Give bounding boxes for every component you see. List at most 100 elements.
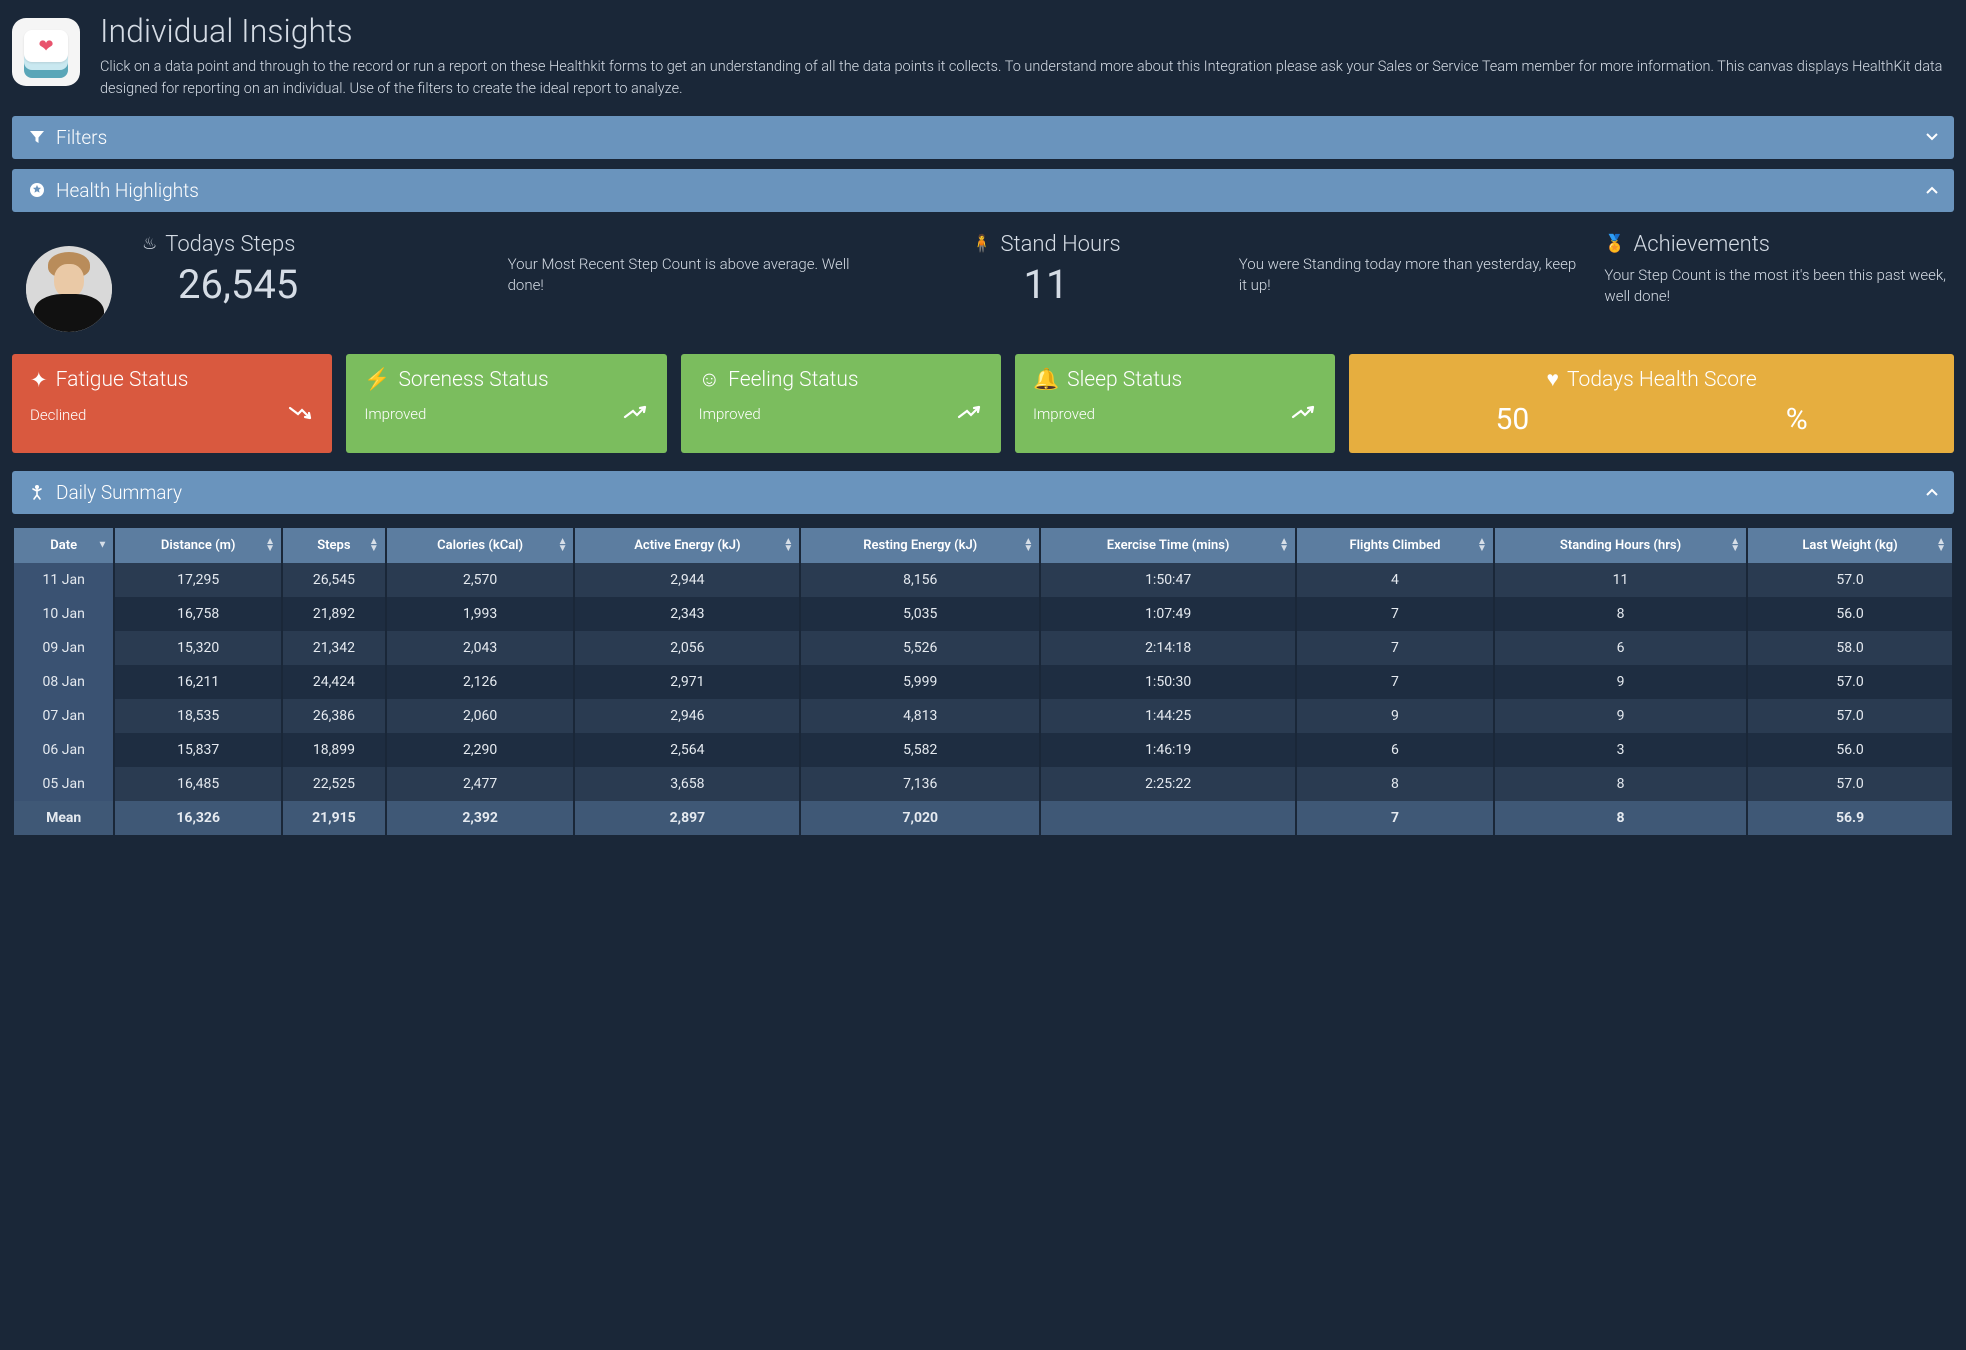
cell-weight[interactable]: 58.0 bbox=[1748, 631, 1952, 665]
cell-flights[interactable]: 6 bbox=[1297, 733, 1493, 767]
col-resting-energy[interactable]: Resting Energy (kJ)▲▼ bbox=[801, 528, 1039, 563]
col-active-energy[interactable]: Active Energy (kJ)▲▼ bbox=[575, 528, 799, 563]
cell-active[interactable]: 2,944 bbox=[575, 563, 799, 597]
stand-value[interactable]: 11 bbox=[873, 261, 1219, 308]
highlights-panel-header[interactable]: Health Highlights bbox=[12, 169, 1954, 212]
cell-exercise[interactable]: 1:50:30 bbox=[1041, 665, 1295, 699]
col-date[interactable]: Date▼ bbox=[14, 528, 113, 563]
cell-exercise[interactable]: 2:14:18 bbox=[1041, 631, 1295, 665]
cell-flights[interactable]: 4 bbox=[1297, 563, 1493, 597]
cell-active[interactable]: 2,946 bbox=[575, 699, 799, 733]
cell-distance[interactable]: 18,535 bbox=[115, 699, 281, 733]
cell-calories[interactable]: 2,290 bbox=[387, 733, 574, 767]
filters-panel-header[interactable]: Filters bbox=[12, 116, 1954, 159]
cell-steps[interactable]: 26,386 bbox=[283, 699, 385, 733]
table-row[interactable]: 11 Jan17,29526,5452,5702,9448,1561:50:47… bbox=[14, 563, 1952, 597]
cell-calories[interactable]: 2,477 bbox=[387, 767, 574, 801]
cell-standing[interactable]: 3 bbox=[1495, 733, 1746, 767]
cell-date[interactable]: 10 Jan bbox=[14, 597, 113, 631]
table-row[interactable]: 10 Jan16,75821,8921,9932,3435,0351:07:49… bbox=[14, 597, 1952, 631]
feeling-status-card[interactable]: ☺Feeling Status Improved bbox=[681, 354, 1001, 453]
cell-resting[interactable]: 7,136 bbox=[801, 767, 1039, 801]
avatar[interactable] bbox=[26, 246, 112, 332]
cell-active[interactable]: 2,971 bbox=[575, 665, 799, 699]
cell-distance[interactable]: 17,295 bbox=[115, 563, 281, 597]
cell-steps[interactable]: 21,892 bbox=[283, 597, 385, 631]
cell-weight[interactable]: 57.0 bbox=[1748, 767, 1952, 801]
cell-steps[interactable]: 18,899 bbox=[283, 733, 385, 767]
col-flights[interactable]: Flights Climbed▲▼ bbox=[1297, 528, 1493, 563]
cell-active[interactable]: 2,056 bbox=[575, 631, 799, 665]
col-exercise-time[interactable]: Exercise Time (mins)▲▼ bbox=[1041, 528, 1295, 563]
table-row[interactable]: 06 Jan15,83718,8992,2902,5645,5821:46:19… bbox=[14, 733, 1952, 767]
cell-weight[interactable]: 56.0 bbox=[1748, 597, 1952, 631]
table-row[interactable]: 07 Jan18,53526,3862,0602,9464,8131:44:25… bbox=[14, 699, 1952, 733]
cell-distance[interactable]: 15,320 bbox=[115, 631, 281, 665]
cell-weight[interactable]: 56.0 bbox=[1748, 733, 1952, 767]
person-arms-icon bbox=[28, 483, 46, 501]
cell-calories[interactable]: 2,043 bbox=[387, 631, 574, 665]
table-row[interactable]: 08 Jan16,21124,4242,1262,9715,9991:50:30… bbox=[14, 665, 1952, 699]
table-row[interactable]: 09 Jan15,32021,3422,0432,0565,5262:14:18… bbox=[14, 631, 1952, 665]
cell-flights[interactable]: 7 bbox=[1297, 631, 1493, 665]
cell-steps[interactable]: 26,545 bbox=[283, 563, 385, 597]
cell-active[interactable]: 3,658 bbox=[575, 767, 799, 801]
cell-exercise[interactable]: 1:50:47 bbox=[1041, 563, 1295, 597]
cell-flights[interactable]: 9 bbox=[1297, 699, 1493, 733]
col-weight[interactable]: Last Weight (kg)▲▼ bbox=[1748, 528, 1952, 563]
cell-exercise[interactable]: 2:25:22 bbox=[1041, 767, 1295, 801]
cell-calories[interactable]: 2,060 bbox=[387, 699, 574, 733]
cell-exercise[interactable]: 1:46:19 bbox=[1041, 733, 1295, 767]
cell-standing[interactable]: 8 bbox=[1495, 767, 1746, 801]
cell-steps[interactable]: 24,424 bbox=[283, 665, 385, 699]
cell-date[interactable]: 07 Jan bbox=[14, 699, 113, 733]
fatigue-status-card[interactable]: ✦Fatigue Status Declined bbox=[12, 354, 332, 453]
cell-resting[interactable]: 5,526 bbox=[801, 631, 1039, 665]
cell-standing[interactable]: 9 bbox=[1495, 665, 1746, 699]
cell-date[interactable]: 09 Jan bbox=[14, 631, 113, 665]
cell-flights[interactable]: 7 bbox=[1297, 597, 1493, 631]
cell-date[interactable]: 06 Jan bbox=[14, 733, 113, 767]
cell-flights[interactable]: 7 bbox=[1297, 665, 1493, 699]
cell-weight[interactable]: 57.0 bbox=[1748, 563, 1952, 597]
cell-exercise[interactable]: 1:44:25 bbox=[1041, 699, 1295, 733]
table-row[interactable]: 05 Jan16,48522,5252,4773,6587,1362:25:22… bbox=[14, 767, 1952, 801]
cell-standing[interactable]: 9 bbox=[1495, 699, 1746, 733]
cell-active[interactable]: 2,564 bbox=[575, 733, 799, 767]
cell-resting[interactable]: 5,035 bbox=[801, 597, 1039, 631]
col-distance[interactable]: Distance (m)▲▼ bbox=[115, 528, 281, 563]
cell-date[interactable]: 11 Jan bbox=[14, 563, 113, 597]
cell-resting[interactable]: 5,999 bbox=[801, 665, 1039, 699]
cell-steps[interactable]: 21,342 bbox=[283, 631, 385, 665]
soreness-status-card[interactable]: ⚡Soreness Status Improved bbox=[346, 354, 666, 453]
cell-active[interactable]: 2,343 bbox=[575, 597, 799, 631]
cell-date[interactable]: 08 Jan bbox=[14, 665, 113, 699]
cell-resting[interactable]: 4,813 bbox=[801, 699, 1039, 733]
cell-flights[interactable]: 8 bbox=[1297, 767, 1493, 801]
cell-distance[interactable]: 16,758 bbox=[115, 597, 281, 631]
cell-standing[interactable]: 8 bbox=[1495, 597, 1746, 631]
cell-calories[interactable]: 2,126 bbox=[387, 665, 574, 699]
steps-value[interactable]: 26,545 bbox=[142, 261, 488, 308]
cell-date[interactable]: 05 Jan bbox=[14, 767, 113, 801]
cell-weight[interactable]: 57.0 bbox=[1748, 699, 1952, 733]
cell-distance[interactable]: 16,211 bbox=[115, 665, 281, 699]
cell-standing[interactable]: 6 bbox=[1495, 631, 1746, 665]
cell-resting[interactable]: 8,156 bbox=[801, 563, 1039, 597]
col-steps[interactable]: Steps▲▼ bbox=[283, 528, 385, 563]
cell-calories[interactable]: 2,570 bbox=[387, 563, 574, 597]
cell-weight[interactable]: 57.0 bbox=[1748, 665, 1952, 699]
cell-steps[interactable]: 22,525 bbox=[283, 767, 385, 801]
cell-distance[interactable]: 16,485 bbox=[115, 767, 281, 801]
col-calories[interactable]: Calories (kCal)▲▼ bbox=[387, 528, 574, 563]
daily-summary-panel-header[interactable]: Daily Summary bbox=[12, 471, 1954, 514]
cell-distance[interactable]: 15,837 bbox=[115, 733, 281, 767]
cell-standing[interactable]: 11 bbox=[1495, 563, 1746, 597]
sleep-status-card[interactable]: 🔔Sleep Status Improved bbox=[1015, 354, 1335, 453]
col-standing-hours[interactable]: Standing Hours (hrs)▲▼ bbox=[1495, 528, 1746, 563]
feeling-value: Improved bbox=[699, 405, 761, 423]
cell-exercise[interactable]: 1:07:49 bbox=[1041, 597, 1295, 631]
cell-calories[interactable]: 1,993 bbox=[387, 597, 574, 631]
cell-resting[interactable]: 5,582 bbox=[801, 733, 1039, 767]
health-score-card[interactable]: ♥Todays Health Score 50 % bbox=[1349, 354, 1954, 453]
